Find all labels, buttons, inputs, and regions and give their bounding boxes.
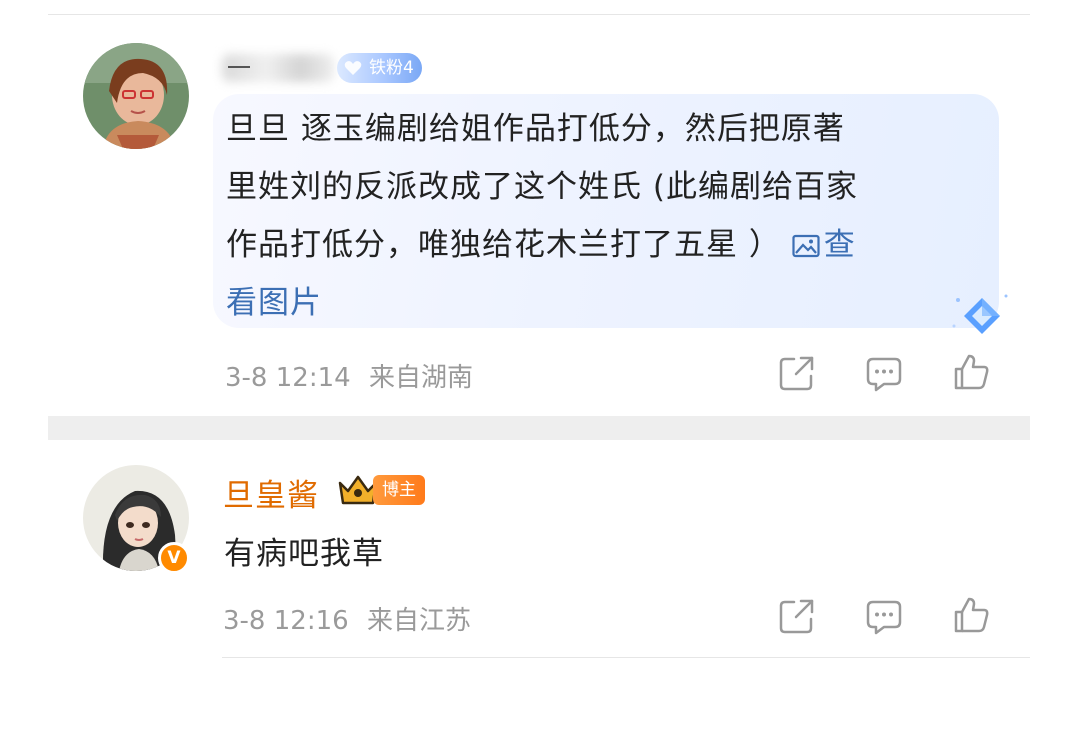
view-image-link[interactable]: 查 xyxy=(792,227,856,263)
comment-line: 旦旦 逐玉编剧给姐作品打低分，然后把原著 xyxy=(226,111,845,147)
blogger-badge[interactable]: 博主 xyxy=(373,475,425,505)
username-dash xyxy=(228,66,250,68)
comment-meta: 3-8 12:14 来自湖南 xyxy=(225,357,473,394)
image-icon xyxy=(792,234,820,258)
diamond-sparkle-icon xyxy=(952,294,1008,334)
view-image-label-cont[interactable]: 看图片 xyxy=(226,274,956,332)
username-obscured[interactable] xyxy=(222,54,334,82)
location: 来自江苏 xyxy=(366,606,471,636)
comment-icon[interactable] xyxy=(864,596,904,636)
timestamp: 3-8 12:16 xyxy=(223,606,349,636)
verified-icon: V xyxy=(167,548,181,568)
like-icon[interactable] xyxy=(952,352,992,392)
like-icon[interactable] xyxy=(952,595,992,635)
section-separator xyxy=(48,416,1030,440)
share-icon[interactable] xyxy=(777,596,817,636)
top-divider xyxy=(48,14,1030,15)
fan-badge[interactable]: 铁粉4 xyxy=(337,53,422,83)
comment-text: 有病吧我草 xyxy=(224,536,384,572)
bottom-divider xyxy=(222,657,1030,658)
share-icon[interactable] xyxy=(777,353,817,393)
comment-line: 作品打低分，唯独给花木兰打了五星 ） xyxy=(226,227,781,263)
comment-text: 旦旦 逐玉编剧给姐作品打低分，然后把原著 里姓刘的反派改成了这个姓氏 (此编剧给… xyxy=(226,100,956,332)
view-image-label: 查 xyxy=(823,227,856,263)
heart-icon xyxy=(344,61,362,75)
comment-line: 里姓刘的反派改成了这个姓氏 (此编剧给百家 xyxy=(226,169,858,205)
comment-icon[interactable] xyxy=(864,353,904,393)
location: 来自湖南 xyxy=(368,363,473,393)
verified-badge: V xyxy=(158,542,190,574)
avatar[interactable] xyxy=(83,43,189,149)
timestamp: 3-8 12:14 xyxy=(225,363,351,393)
comment-meta: 3-8 12:16 来自江苏 xyxy=(223,600,471,637)
username[interactable]: 旦皇酱 xyxy=(223,470,319,515)
fan-badge-label: 铁粉4 xyxy=(369,58,414,78)
